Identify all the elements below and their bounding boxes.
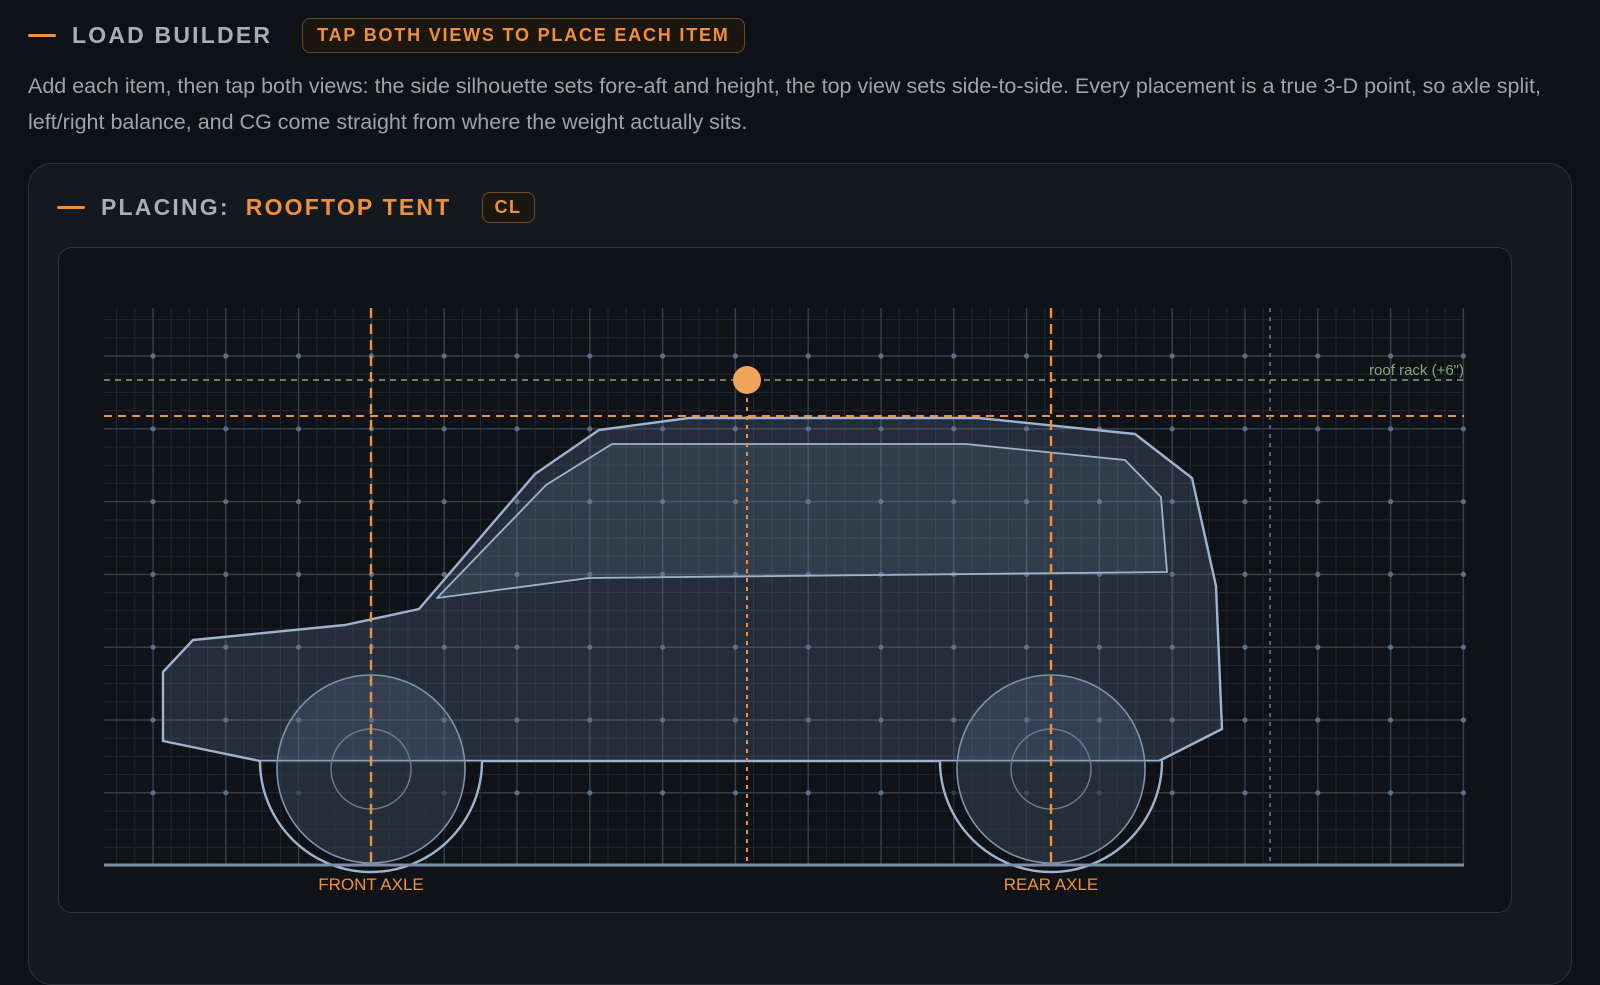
grid-node — [1315, 790, 1321, 796]
grid-node — [1388, 426, 1394, 432]
grid-node — [296, 499, 302, 505]
grid-node — [1242, 353, 1248, 359]
front-axle-label: FRONT AXLE — [318, 875, 424, 894]
rear-axle-label: REAR AXLE — [1004, 875, 1099, 894]
vehicle-silhouette — [161, 416, 1224, 874]
grid-node — [1315, 499, 1321, 505]
description-text: Add each item, then tap both views: the … — [28, 74, 1541, 134]
position-badge: CL — [481, 192, 535, 223]
grid-node — [805, 353, 811, 359]
grid-node — [660, 353, 666, 359]
grid-node — [150, 353, 156, 359]
grid-node — [1242, 499, 1248, 505]
grid-node — [1315, 717, 1321, 723]
grid-node — [296, 353, 302, 359]
grid-node — [1460, 426, 1466, 432]
grid-node — [1169, 353, 1175, 359]
grid-node — [223, 499, 229, 505]
grid-node — [1242, 644, 1248, 650]
grid-node — [296, 571, 302, 577]
grid-node — [732, 353, 739, 359]
grid-node — [1388, 571, 1394, 577]
grid-node — [1024, 353, 1030, 359]
grid-node — [660, 790, 666, 796]
grid-node — [441, 353, 447, 359]
accent-dash-icon — [57, 206, 85, 209]
grid-node — [223, 426, 229, 432]
header: LOAD BUILDER TAP BOTH VIEWS TO PLACE EAC… — [28, 18, 745, 53]
grid-node — [223, 571, 229, 577]
side-view-svg[interactable]: roof rack (+6") FRONT AXLE REAR AXLE — [59, 248, 1511, 912]
grid-node — [805, 790, 811, 796]
grid-node — [1460, 571, 1466, 577]
grid-node — [1315, 426, 1321, 432]
roof-rack-label: roof rack (+6") — [1369, 362, 1464, 379]
grid-node — [441, 499, 447, 505]
grid-node — [878, 790, 884, 796]
placing-header: PLACING: ROOFTOP TENT CL — [57, 192, 535, 223]
grid-node — [150, 499, 156, 505]
front-tire — [276, 674, 466, 864]
hint-badge: TAP BOTH VIEWS TO PLACE EACH ITEM — [302, 18, 745, 53]
grid-node — [150, 790, 156, 796]
grid-node — [1315, 353, 1321, 359]
grid-node — [150, 426, 156, 432]
grid-node — [1242, 426, 1248, 432]
grid-node — [1388, 644, 1394, 650]
grid-node — [441, 426, 447, 432]
side-view-canvas[interactable]: roof rack (+6") FRONT AXLE REAR AXLE — [58, 247, 1512, 913]
grid-node — [1460, 644, 1466, 650]
grid-node — [1460, 353, 1466, 359]
grid-node — [150, 571, 156, 577]
grid-node — [1169, 426, 1175, 432]
grid-node — [587, 790, 593, 796]
grid-node — [1242, 790, 1248, 796]
grid-node — [1315, 571, 1321, 577]
grid-node — [587, 353, 593, 359]
grid-node — [1388, 499, 1394, 505]
grid-node — [732, 790, 739, 796]
grid-node — [1096, 353, 1102, 359]
placement-marker-icon[interactable] — [733, 366, 761, 394]
grid-node — [587, 426, 593, 432]
grid-node — [1315, 644, 1321, 650]
grid-node — [1460, 717, 1466, 723]
grid-node — [951, 353, 957, 359]
placing-label: PLACING: — [101, 194, 230, 220]
placement-panel: PLACING: ROOFTOP TENT CL roof rack (+6") — [28, 163, 1572, 985]
grid-node — [1242, 571, 1248, 577]
grid-node — [1388, 353, 1394, 359]
grid-node — [878, 353, 884, 359]
grid-node — [296, 426, 302, 432]
accent-dash-icon — [28, 34, 56, 37]
grid-node — [1388, 790, 1394, 796]
app-title: LOAD BUILDER — [72, 22, 273, 48]
placing-item-name: ROOFTOP TENT — [245, 194, 452, 220]
grid-node — [1169, 790, 1175, 796]
grid-node — [223, 353, 229, 359]
grid-node — [1460, 790, 1466, 796]
grid-node — [514, 426, 520, 432]
grid-node — [1388, 717, 1394, 723]
grid-node — [514, 790, 520, 796]
rear-tire — [956, 674, 1146, 864]
grid-node — [150, 644, 156, 650]
grid-node — [223, 790, 229, 796]
grid-node — [1460, 499, 1466, 505]
grid-node — [150, 717, 156, 723]
grid-node — [1242, 717, 1248, 723]
grid-node — [514, 353, 520, 359]
